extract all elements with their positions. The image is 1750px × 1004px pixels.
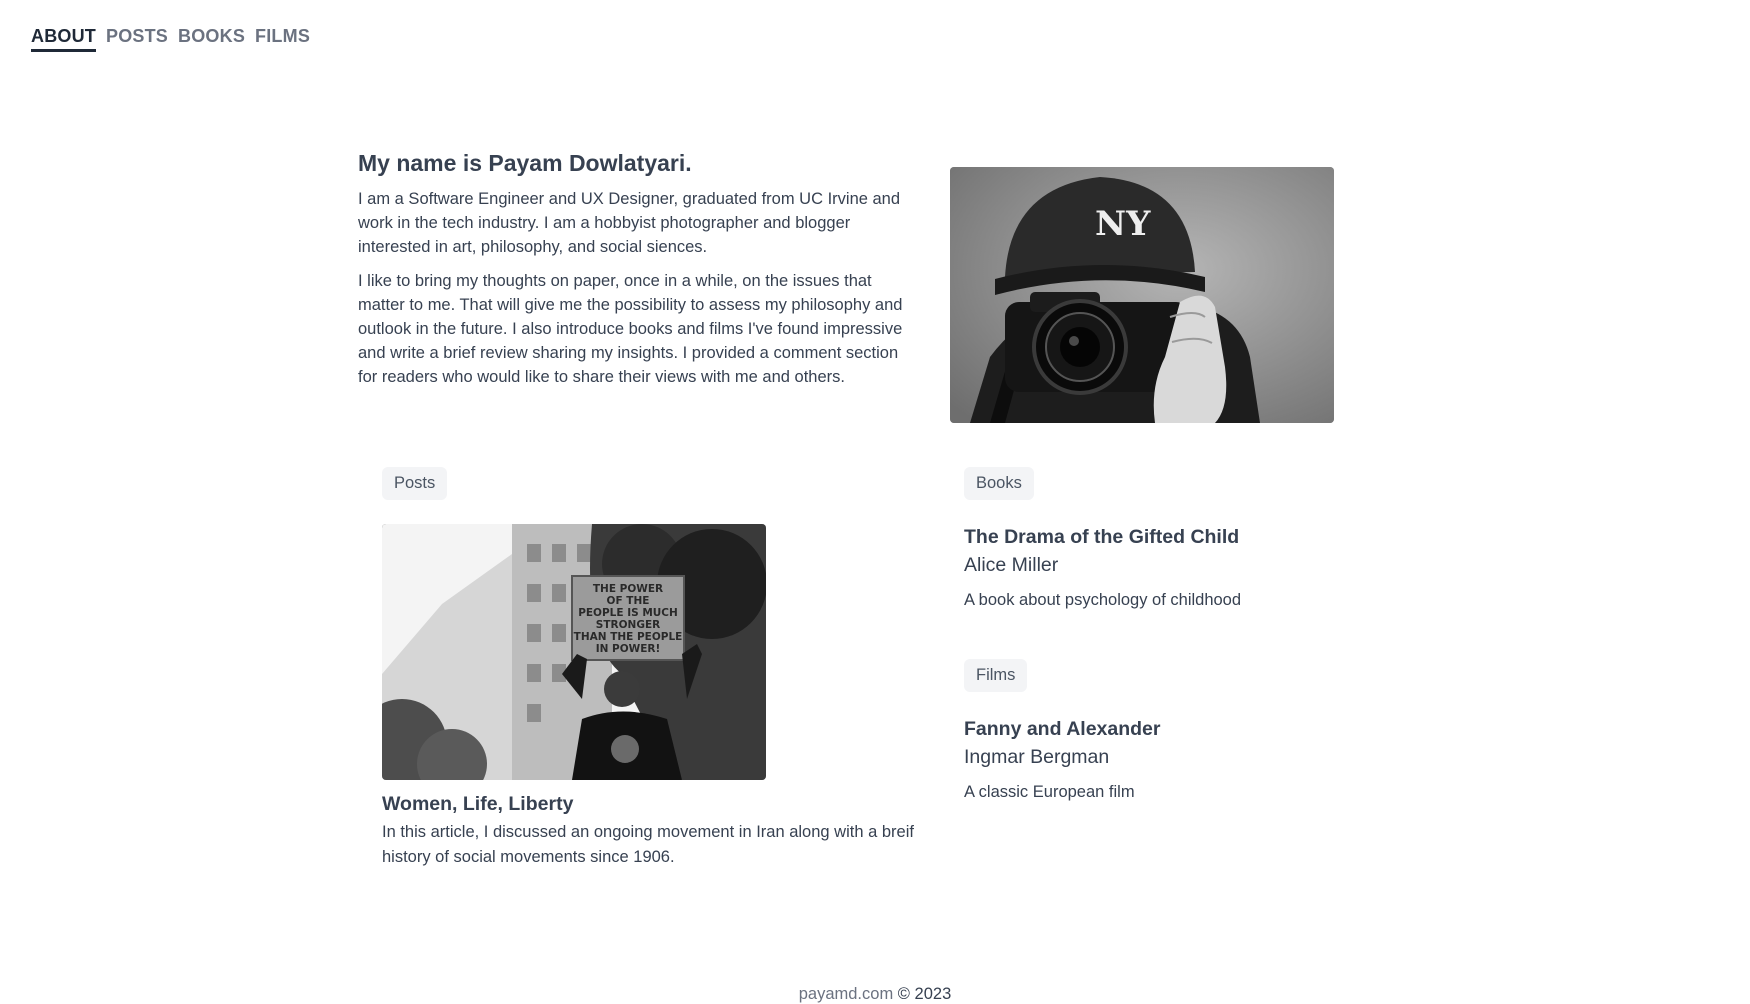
sign-line-6: IN POWER! [596,643,661,655]
about-paragraph-1: I am a Software Engineer and UX Designer… [358,190,901,256]
posts-column: Posts THE POWER OF THE PEOPLE IS MUCH ST… [382,467,922,870]
book-author: Alice Miller [964,554,1059,576]
about-paragraph-2: I like to bring my thoughts on paper, on… [358,272,903,386]
nav-books[interactable]: BOOKS [178,26,245,52]
book-title[interactable]: The Drama of the Gifted Child [964,526,1384,549]
books-block: Books The Drama of the Gifted Child Alic… [964,467,1384,610]
footer-copyright: © 2023 [897,985,952,1003]
films-block: Films Fanny and Alexander Ingmar Bergman… [964,659,1384,802]
about-section: My name is Payam Dowlatyari. I am a Soft… [358,150,918,399]
film-item[interactable]: Fanny and Alexander Ingmar Bergman A cla… [964,718,1384,802]
top-nav: ABOUT POSTS BOOKS FILMS [31,26,310,52]
profile-photo: NY [950,167,1334,423]
post-thumbnail-image: THE POWER OF THE PEOPLE IS MUCH STRONGER… [382,524,766,780]
nav-films[interactable]: FILMS [255,26,310,52]
post-thumbnail[interactable]: THE POWER OF THE PEOPLE IS MUCH STRONGER… [382,524,766,780]
book-item[interactable]: The Drama of the Gifted Child Alice Mill… [964,526,1384,610]
about-heading: My name is Payam Dowlatyari. [358,150,692,176]
books-tag[interactable]: Books [964,467,1034,500]
sign-line-2: OF THE [607,595,650,607]
post-title[interactable]: Women, Life, Liberty [382,793,922,816]
book-description: A book about psychology of childhood [964,591,1242,609]
footer: payamd.com © 2023 [0,985,1750,1004]
film-director: Ingmar Bergman [964,746,1110,768]
post-summary: In this article, I discussed an ongoing … [382,823,914,866]
films-tag[interactable]: Films [964,659,1028,692]
nav-posts[interactable]: POSTS [106,26,168,52]
posts-tag[interactable]: Posts [382,467,448,500]
profile-photo-image: NY [950,167,1334,423]
books-films-column: Books The Drama of the Gifted Child Alic… [964,467,1384,802]
sign-line-5: THAN THE PEOPLE [574,631,683,643]
nav-about[interactable]: ABOUT [31,26,96,52]
svg-text:NY: NY [1095,204,1151,244]
sign-line-1: THE POWER [593,583,663,595]
sign-line-3: PEOPLE IS MUCH [578,607,678,619]
sign-line-4: STRONGER [596,619,660,631]
footer-site-link[interactable]: payamd.com [799,985,893,1003]
film-description: A classic European film [964,783,1135,801]
film-title[interactable]: Fanny and Alexander [964,718,1384,741]
